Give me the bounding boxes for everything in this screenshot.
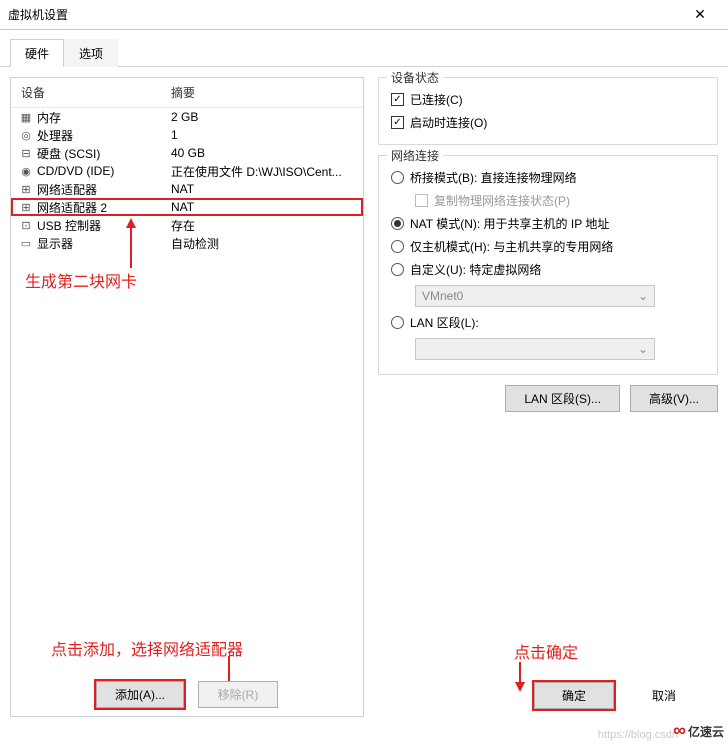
hardware-panel: 设备 摘要 ▦内存2 GB ◎处理器1 ⊟硬盘 (SCSI)40 GB ◉CD/… [10, 77, 364, 717]
device-state-title: 设备状态 [387, 69, 443, 86]
hw-row-memory[interactable]: ▦内存2 GB [11, 108, 363, 126]
annotation-click-ok: 点击确定 [514, 639, 578, 663]
usb-icon: ⊡ [17, 219, 35, 232]
checkbox-icon: ✓ [391, 93, 404, 106]
connected-checkbox[interactable]: ✓ 已连接(C) [391, 88, 707, 111]
col-device: 设备 [21, 84, 171, 101]
hardware-list[interactable]: ▦内存2 GB ◎处理器1 ⊟硬盘 (SCSI)40 GB ◉CD/DVD (I… [11, 108, 363, 252]
col-summary: 摘要 [171, 84, 195, 101]
lan-combo [415, 338, 655, 360]
hw-row-nic1[interactable]: ⊞网络适配器NAT [11, 180, 363, 198]
connect-on-start-checkbox[interactable]: ✓ 启动时连接(O) [391, 111, 707, 134]
remove-button: 移除(R) [198, 681, 278, 708]
radio-icon [391, 171, 404, 184]
cd-icon: ◉ [17, 165, 35, 178]
checkbox-icon: ✓ [391, 116, 404, 129]
hw-row-nic2[interactable]: ⊞网络适配器 2NAT [11, 198, 363, 216]
radio-hostonly[interactable]: 仅主机模式(H): 与主机共享的专用网络 [391, 235, 707, 258]
hw-row-display[interactable]: ▭显示器自动检测 [11, 234, 363, 252]
watermark: https://blog.csdn [598, 729, 678, 741]
lan-segments-button[interactable]: LAN 区段(S)... [505, 385, 620, 412]
annotation-gen-nic: 生成第二块网卡 [25, 268, 137, 292]
tabs: 硬件 选项 [0, 30, 728, 67]
cpu-icon: ◎ [17, 129, 35, 142]
radio-lan[interactable]: LAN 区段(L): [391, 311, 707, 334]
advanced-button[interactable]: 高级(V)... [630, 385, 718, 412]
network-group: 网络连接 桥接模式(B): 直接连接物理网络 复制物理网络连接状态(P) NAT… [378, 155, 718, 375]
annotation-click-add: 点击添加，选择网络适配器 [51, 636, 243, 660]
nic-icon: ⊞ [17, 201, 35, 214]
radio-icon [391, 263, 404, 276]
network-title: 网络连接 [387, 147, 443, 164]
radio-custom[interactable]: 自定义(U): 特定虚拟网络 [391, 258, 707, 281]
radio-icon [391, 316, 404, 329]
logo: ∞亿速云 [673, 720, 724, 741]
cancel-button[interactable]: 取消 [624, 683, 704, 708]
radio-bridge[interactable]: 桥接模式(B): 直接连接物理网络 [391, 166, 707, 189]
disk-icon: ⊟ [17, 147, 35, 160]
annotation-arrow-down-icon [512, 662, 528, 695]
ok-button[interactable]: 确定 [534, 682, 614, 709]
hw-row-disk[interactable]: ⊟硬盘 (SCSI)40 GB [11, 144, 363, 162]
radio-icon [391, 240, 404, 253]
add-button[interactable]: 添加(A)... [96, 681, 184, 708]
tab-hardware[interactable]: 硬件 [10, 39, 64, 67]
nic-icon: ⊞ [17, 183, 35, 196]
settings-panel: 设备状态 ✓ 已连接(C) ✓ 启动时连接(O) 网络连接 桥接模式(B): 直… [378, 77, 718, 717]
hw-row-usb[interactable]: ⊡USB 控制器存在 [11, 216, 363, 234]
annotation-arrow-up-icon [123, 218, 139, 271]
window-title: 虚拟机设置 [8, 6, 680, 23]
device-state-group: 设备状态 ✓ 已连接(C) ✓ 启动时连接(O) [378, 77, 718, 145]
replicate-checkbox: 复制物理网络连接状态(P) [415, 189, 707, 212]
memory-icon: ▦ [17, 111, 35, 124]
tab-options[interactable]: 选项 [64, 39, 118, 67]
hw-row-cpu[interactable]: ◎处理器1 [11, 126, 363, 144]
vmnet-combo: VMnet0 [415, 285, 655, 307]
radio-icon [391, 217, 404, 230]
radio-nat[interactable]: NAT 模式(N): 用于共享主机的 IP 地址 [391, 212, 707, 235]
hw-row-cddvd[interactable]: ◉CD/DVD (IDE)正在使用文件 D:\WJ\ISO\Cent... [11, 162, 363, 180]
checkbox-icon [415, 194, 428, 207]
close-icon[interactable]: ✕ [680, 6, 720, 23]
display-icon: ▭ [17, 237, 35, 250]
